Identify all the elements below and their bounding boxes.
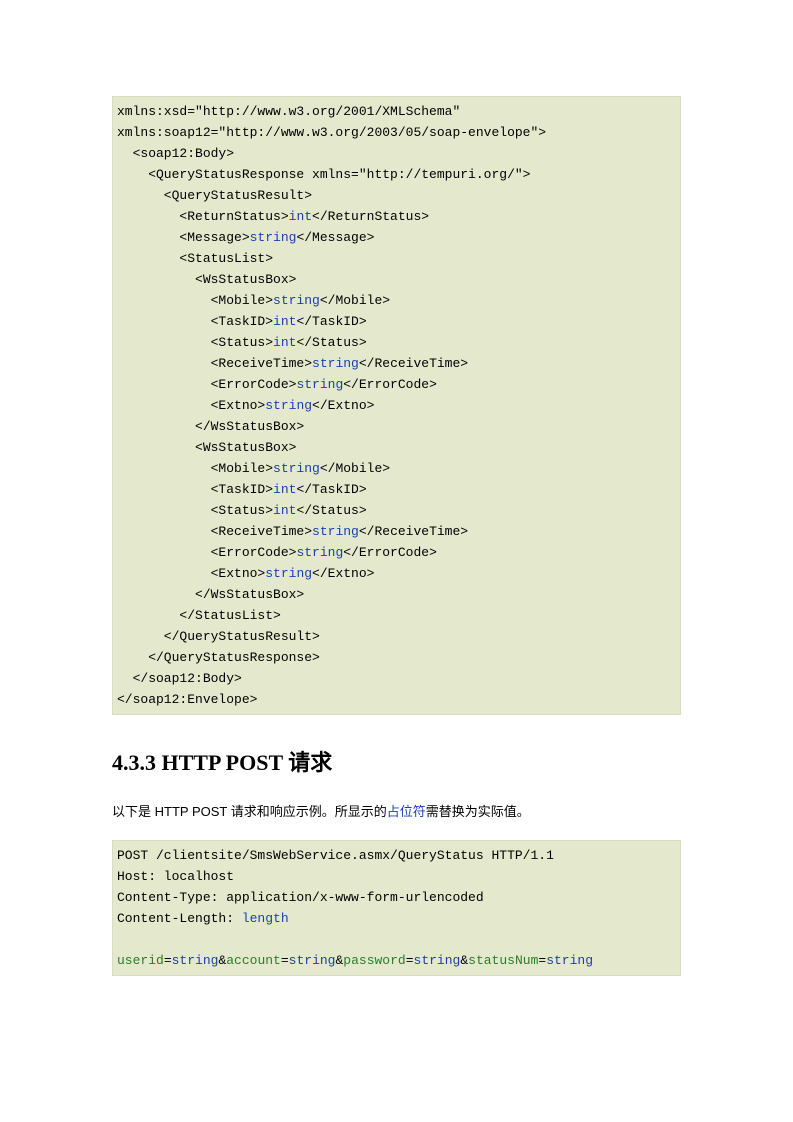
placeholder: int: [273, 314, 296, 329]
code-line: <ErrorCode>: [117, 377, 296, 392]
code-line: </ReceiveTime>: [359, 356, 468, 371]
placeholder: string: [312, 356, 359, 371]
code-line: </Message>: [296, 230, 374, 245]
code-line: <WsStatusBox>: [117, 272, 296, 287]
placeholder: string: [414, 953, 461, 968]
code-line: <Extno>: [117, 566, 265, 581]
code-line: </TaskID>: [296, 482, 366, 497]
param-name: password: [343, 953, 405, 968]
placeholder: int: [273, 482, 296, 497]
code-line: </ErrorCode>: [343, 377, 437, 392]
placeholder: length: [242, 911, 289, 926]
code-line: </soap12:Envelope>: [117, 692, 257, 707]
code-line: </TaskID>: [296, 314, 366, 329]
code-line: <WsStatusBox>: [117, 440, 296, 455]
placeholder: int: [273, 335, 296, 350]
code-line: Content-Length:: [117, 911, 242, 926]
code-line: </StatusList>: [117, 608, 281, 623]
code-line: Host: localhost: [117, 869, 234, 884]
soap-response-code: xmlns:xsd="http://www.w3.org/2001/XMLSch…: [112, 96, 681, 715]
code-line: <QueryStatusResponse xmlns="http://tempu…: [117, 167, 530, 182]
placeholder: string: [296, 377, 343, 392]
code-line: Content-Type: application/x-www-form-url…: [117, 890, 484, 905]
http-post-request-code: POST /clientsite/SmsWebService.asmx/Quer…: [112, 840, 681, 976]
code-line: </ReturnStatus>: [312, 209, 429, 224]
description-text: 以下是 HTTP POST 请求和响应示例。所显示的占位符需替换为实际值。: [112, 801, 681, 820]
param-name: account: [226, 953, 281, 968]
placeholder: string: [273, 461, 320, 476]
placeholder: string: [289, 953, 336, 968]
code-line: POST /clientsite/SmsWebService.asmx/Quer…: [117, 848, 554, 863]
placeholder: string: [265, 566, 312, 581]
placeholder: string: [296, 545, 343, 560]
placeholder: string: [546, 953, 593, 968]
code-line: <ErrorCode>: [117, 545, 296, 560]
param-name: userid: [117, 953, 164, 968]
code-line: <Message>: [117, 230, 250, 245]
code-line: </ErrorCode>: [343, 545, 437, 560]
code-line: </Mobile>: [320, 293, 390, 308]
code-line: </WsStatusBox>: [117, 587, 304, 602]
placeholder: string: [312, 524, 359, 539]
code-line: <Mobile>: [117, 461, 273, 476]
param-name: statusNum: [468, 953, 538, 968]
section-heading: 4.3.3 HTTP POST 请求: [112, 745, 681, 777]
code-line: </Mobile>: [320, 461, 390, 476]
code-line: <soap12:Body>: [117, 146, 234, 161]
placeholder: int: [273, 503, 296, 518]
code-line: <Extno>: [117, 398, 265, 413]
code-line: <Status>: [117, 335, 273, 350]
code-line: </soap12:Body>: [117, 671, 242, 686]
placeholder: string: [172, 953, 219, 968]
code-line: </QueryStatusResult>: [117, 629, 320, 644]
code-line: xmlns:soap12="http://www.w3.org/2003/05/…: [117, 125, 546, 140]
placeholder: string: [273, 293, 320, 308]
code-line: </ReceiveTime>: [359, 524, 468, 539]
code-line: </Status>: [296, 335, 366, 350]
code-line: <TaskID>: [117, 482, 273, 497]
code-line: <Status>: [117, 503, 273, 518]
code-line: <ReturnStatus>: [117, 209, 289, 224]
code-line: <ReceiveTime>: [117, 356, 312, 371]
code-line: xmlns:xsd="http://www.w3.org/2001/XMLSch…: [117, 104, 468, 119]
code-line: <QueryStatusResult>: [117, 188, 312, 203]
placeholder: string: [250, 230, 297, 245]
protocol-name: HTTP POST: [155, 804, 227, 819]
placeholder: int: [289, 209, 312, 224]
code-line: </WsStatusBox>: [117, 419, 304, 434]
code-line: <ReceiveTime>: [117, 524, 312, 539]
code-line: </Extno>: [312, 566, 374, 581]
code-line: <StatusList>: [117, 251, 273, 266]
placeholder-link[interactable]: 占位符: [387, 804, 426, 819]
placeholder: string: [265, 398, 312, 413]
code-line: <Mobile>: [117, 293, 273, 308]
code-line: <TaskID>: [117, 314, 273, 329]
code-line: </Extno>: [312, 398, 374, 413]
code-line: </QueryStatusResponse>: [117, 650, 320, 665]
code-line: </Status>: [296, 503, 366, 518]
